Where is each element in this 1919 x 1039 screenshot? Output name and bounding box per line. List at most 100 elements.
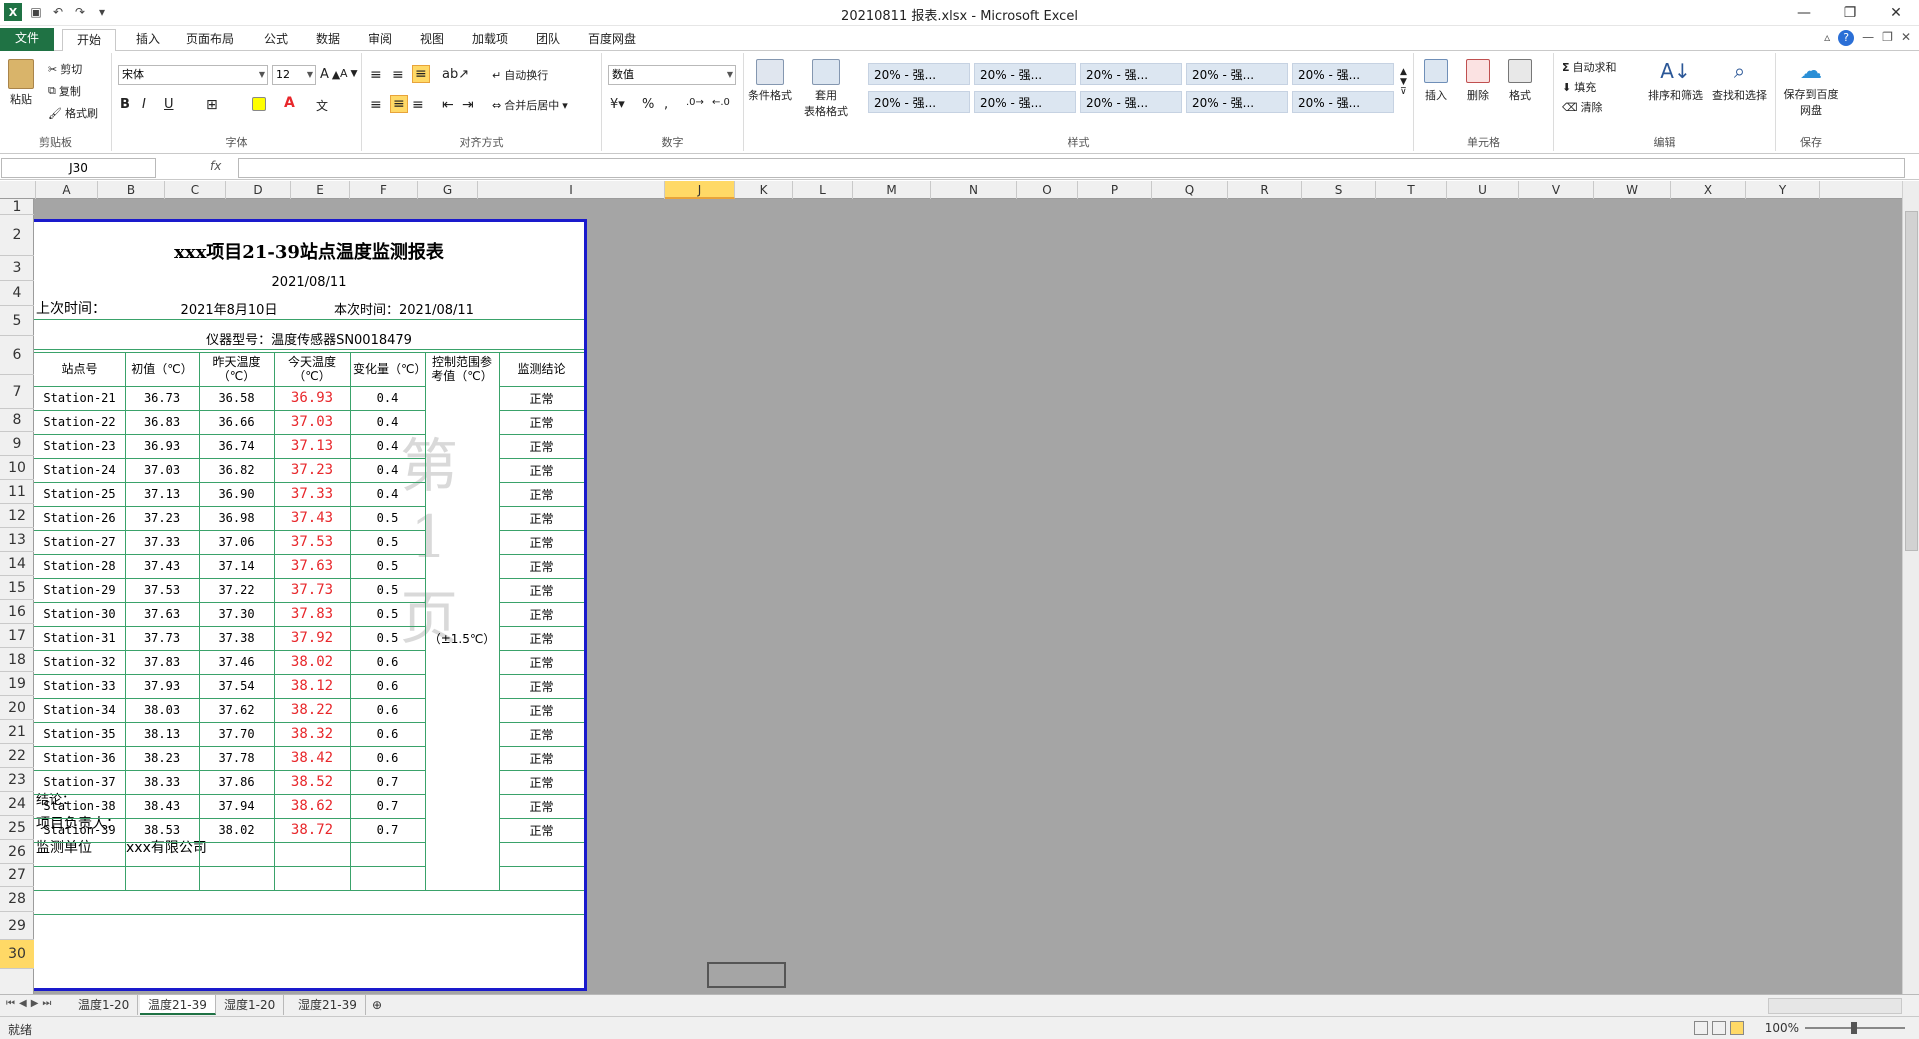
column-header-q[interactable]: Q: [1152, 181, 1228, 199]
maximize-button[interactable]: ❐: [1827, 0, 1873, 26]
font-size-select[interactable]: 12 ▼: [272, 65, 316, 85]
table-cell[interactable]: 0.5: [350, 506, 425, 530]
italic-button[interactable]: I: [142, 97, 146, 112]
bold-button[interactable]: B: [120, 97, 130, 112]
table-cell[interactable]: 38.03: [125, 698, 199, 722]
page-layout-view-icon[interactable]: [1712, 1021, 1726, 1035]
row-header-12[interactable]: 12: [0, 504, 34, 528]
find-select-button[interactable]: ⌕ 查找和选择: [1712, 59, 1767, 103]
last-sheet-icon[interactable]: ⏭: [42, 998, 51, 1009]
table-cell[interactable]: 正常: [499, 482, 584, 506]
table-cell[interactable]: 0.4: [350, 458, 425, 482]
table-cell[interactable]: 37.33: [274, 482, 350, 506]
grow-font-button[interactable]: A ▲: [320, 67, 340, 82]
table-cell[interactable]: 0.7: [350, 794, 425, 818]
format-cells-button[interactable]: 格式: [1508, 59, 1532, 103]
delete-cells-button[interactable]: 删除: [1466, 59, 1490, 103]
row-header-15[interactable]: 15: [0, 576, 34, 600]
page-break-view-icon[interactable]: [1730, 1021, 1744, 1035]
row-header-26[interactable]: 26: [0, 840, 34, 864]
table-cell[interactable]: Station-21: [34, 386, 125, 410]
table-cell[interactable]: 0.5: [350, 626, 425, 650]
table-cell[interactable]: 37.23: [125, 506, 199, 530]
row-header-30[interactable]: 30: [0, 940, 34, 969]
indent-increase-icon[interactable]: ⇥: [462, 97, 474, 113]
table-cell[interactable]: 正常: [499, 722, 584, 746]
format-painter-button[interactable]: 🖌 格式刷: [48, 105, 98, 121]
row-header-7[interactable]: 7: [0, 375, 34, 409]
column-header-t[interactable]: T: [1376, 181, 1447, 199]
insert-cells-button[interactable]: 插入: [1424, 59, 1448, 103]
column-header-f[interactable]: F: [350, 181, 418, 199]
table-cell[interactable]: 38.22: [274, 698, 350, 722]
align-right-icon[interactable]: ≡: [412, 97, 424, 113]
worksheet-grid[interactable]: xxx项目21-39站点温度监测报表 2021/08/11 上次时间： 2021…: [34, 199, 1902, 994]
table-cell[interactable]: 38.33: [125, 770, 199, 794]
table-cell[interactable]: 正常: [499, 458, 584, 482]
table-cell[interactable]: 37.14: [199, 554, 274, 578]
clear-button[interactable]: ⌫ 清除: [1562, 99, 1603, 115]
fill-button[interactable]: ⬇ 填充: [1562, 79, 1596, 95]
table-cell[interactable]: Station-25: [34, 482, 125, 506]
table-cell[interactable]: 37.46: [199, 650, 274, 674]
table-cell[interactable]: 37.23: [274, 458, 350, 482]
row-header-20[interactable]: 20: [0, 696, 34, 720]
row-header-24[interactable]: 24: [0, 792, 34, 816]
table-cell[interactable]: 37.03: [274, 410, 350, 434]
normal-view-icon[interactable]: [1694, 1021, 1708, 1035]
table-cell[interactable]: 36.74: [199, 434, 274, 458]
table-cell[interactable]: 正常: [499, 650, 584, 674]
insert-function-button[interactable]: fx: [210, 159, 221, 173]
table-cell[interactable]: 37.43: [125, 554, 199, 578]
table-cell[interactable]: 37.78: [199, 746, 274, 770]
table-cell[interactable]: 0.6: [350, 746, 425, 770]
tab-file[interactable]: 文件: [0, 28, 54, 51]
table-cell[interactable]: 37.30: [199, 602, 274, 626]
ribbon-collapse-icon[interactable]: ▵: [1824, 30, 1830, 46]
table-cell[interactable]: 37.53: [274, 530, 350, 554]
border-icon[interactable]: ⊞: [206, 97, 218, 113]
table-cell[interactable]: Station-27: [34, 530, 125, 554]
table-cell[interactable]: Station-35: [34, 722, 125, 746]
row-header-18[interactable]: 18: [0, 648, 34, 672]
font-name-select[interactable]: 宋体 ▼: [118, 65, 268, 85]
styles-scroll-icon[interactable]: ▲ ▼ ⊽: [1400, 67, 1407, 97]
table-cell[interactable]: 36.58: [199, 386, 274, 410]
table-cell[interactable]: Station-28: [34, 554, 125, 578]
orientation-icon[interactable]: ab↗: [442, 67, 469, 82]
table-cell[interactable]: 36.93: [274, 386, 350, 410]
table-cell[interactable]: 36.98: [199, 506, 274, 530]
table-cell[interactable]: 正常: [499, 626, 584, 650]
table-cell[interactable]: 38.42: [274, 746, 350, 770]
table-cell[interactable]: 36.73: [125, 386, 199, 410]
table-cell[interactable]: 37.92: [274, 626, 350, 650]
table-cell[interactable]: 37.73: [125, 626, 199, 650]
column-header-w[interactable]: W: [1594, 181, 1671, 199]
cell-style-8[interactable]: 20% - 强...: [1080, 91, 1182, 113]
column-header-r[interactable]: R: [1228, 181, 1302, 199]
table-cell[interactable]: 37.63: [125, 602, 199, 626]
increase-decimal-icon[interactable]: .0→: [686, 97, 704, 108]
column-header-k[interactable]: K: [735, 181, 793, 199]
align-bottom-icon[interactable]: ≡: [412, 65, 430, 83]
table-cell[interactable]: Station-32: [34, 650, 125, 674]
column-header-e[interactable]: E: [291, 181, 350, 199]
formula-input[interactable]: [238, 158, 1905, 178]
table-cell[interactable]: 37.86: [199, 770, 274, 794]
table-cell[interactable]: 0.5: [350, 602, 425, 626]
row-header-11[interactable]: 11: [0, 480, 34, 504]
table-cell[interactable]: 37.22: [199, 578, 274, 602]
doc-close-icon[interactable]: ✕: [1901, 30, 1911, 46]
first-sheet-icon[interactable]: ⏮: [6, 998, 15, 1009]
active-cell-j30[interactable]: [707, 962, 786, 988]
next-sheet-icon[interactable]: ▶: [31, 998, 39, 1009]
table-cell[interactable]: Station-24: [34, 458, 125, 482]
table-cell[interactable]: 38.02: [199, 818, 274, 842]
table-cell[interactable]: 37.62: [199, 698, 274, 722]
table-cell[interactable]: Station-23: [34, 434, 125, 458]
table-cell[interactable]: 37.70: [199, 722, 274, 746]
row-header-22[interactable]: 22: [0, 744, 34, 768]
table-cell[interactable]: 38.23: [125, 746, 199, 770]
table-cell[interactable]: 37.83: [125, 650, 199, 674]
column-header-v[interactable]: V: [1519, 181, 1594, 199]
